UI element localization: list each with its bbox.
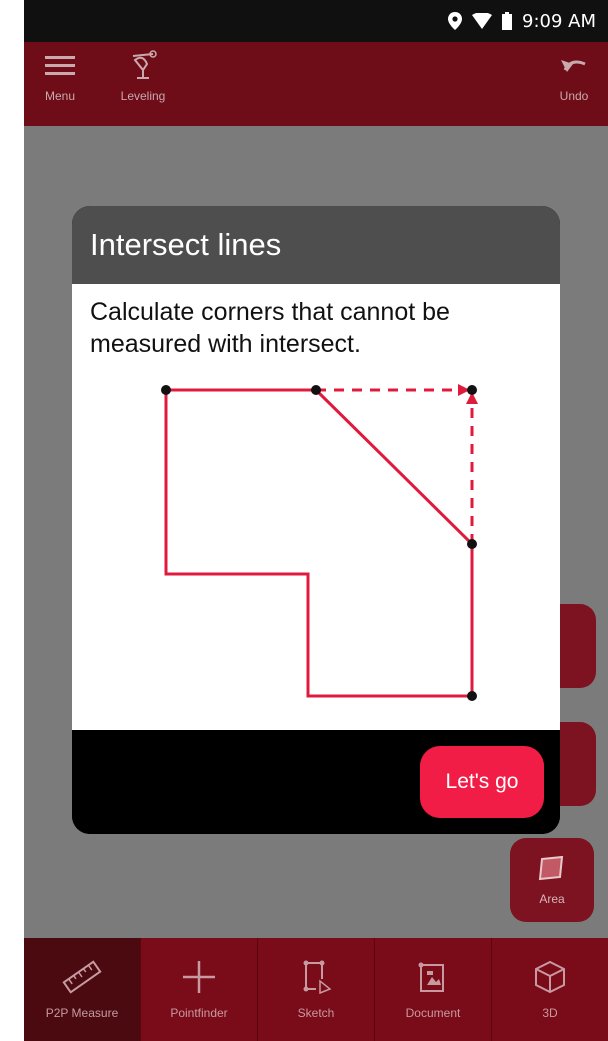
dialog-header: Intersect lines bbox=[72, 206, 560, 284]
nav-label: Document bbox=[405, 1006, 461, 1020]
nav-label: Pointfinder bbox=[170, 1006, 228, 1020]
nav-item-3d[interactable]: 3D bbox=[492, 938, 608, 1041]
plus-icon bbox=[179, 959, 219, 998]
sketch-icon bbox=[296, 959, 336, 998]
lets-go-button[interactable]: Let's go bbox=[420, 746, 544, 818]
nav-item-sketch[interactable]: Sketch bbox=[258, 938, 375, 1041]
menu-label: Menu bbox=[44, 89, 76, 103]
app-bar: Menu Leveling Undo bbox=[24, 42, 608, 126]
location-icon bbox=[448, 12, 462, 30]
cube-icon bbox=[530, 959, 570, 998]
undo-button[interactable]: Undo bbox=[554, 50, 594, 103]
hamburger-icon bbox=[43, 56, 77, 83]
intersect-diagram bbox=[161, 384, 478, 701]
nav-item-document[interactable]: Document bbox=[375, 938, 492, 1041]
ruler-icon bbox=[62, 959, 102, 998]
status-bar: 9:09 AM bbox=[24, 0, 608, 42]
battery-icon bbox=[502, 12, 512, 30]
dialog-footer: Let's go bbox=[72, 730, 560, 834]
leveling-label: Leveling bbox=[120, 89, 166, 103]
dialog-title: Intersect lines bbox=[90, 227, 282, 262]
nav-item-pointfinder[interactable]: Pointfinder bbox=[141, 938, 258, 1041]
intersect-dialog: Intersect lines Calculate corners that c… bbox=[72, 206, 560, 834]
leveling-button[interactable]: Leveling bbox=[112, 50, 174, 103]
bottom-nav: P2P Measure Pointfinder Sketch Document … bbox=[24, 938, 608, 1041]
undo-icon bbox=[557, 60, 591, 83]
nav-item-p2p-measure[interactable]: P2P Measure bbox=[24, 938, 141, 1041]
status-time: 9:09 AM bbox=[522, 10, 596, 32]
nav-label: P2P Measure bbox=[45, 1006, 119, 1020]
nav-label: Sketch bbox=[297, 1006, 335, 1020]
nav-label: 3D bbox=[542, 1006, 558, 1020]
undo-label: Undo bbox=[559, 89, 589, 103]
dialog-body: Calculate corners that cannot be measure… bbox=[72, 284, 560, 730]
area-icon bbox=[538, 855, 566, 884]
area-button[interactable]: Area bbox=[510, 838, 594, 922]
area-label: Area bbox=[539, 891, 565, 906]
wifi-icon bbox=[472, 13, 492, 29]
menu-button[interactable]: Menu bbox=[38, 50, 82, 103]
leveling-icon bbox=[125, 50, 161, 83]
document-icon bbox=[413, 959, 453, 998]
